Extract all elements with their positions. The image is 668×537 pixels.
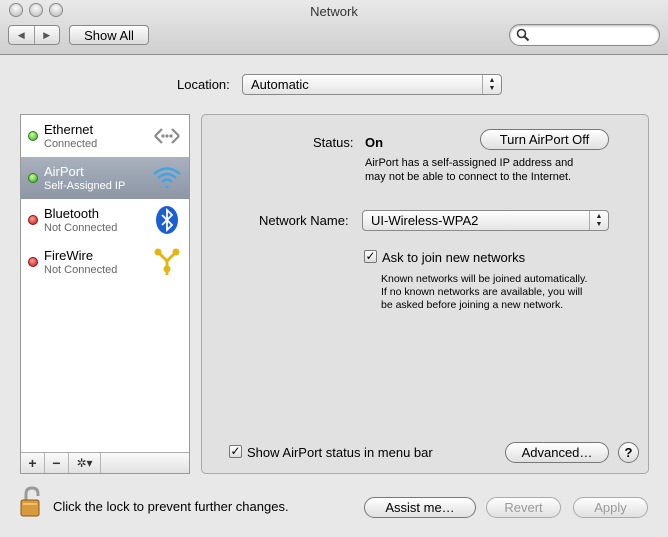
popup-arrows-icon: ▲ ▼ <box>482 75 501 94</box>
location-value: Automatic <box>251 77 309 92</box>
ask-join-label: Ask to join new networks <box>382 250 526 265</box>
location-popup[interactable]: Automatic ▲ ▼ <box>242 74 502 95</box>
service-name: Ethernet <box>44 122 94 137</box>
service-status: Not Connected <box>44 264 118 276</box>
ask-join-desc-line3: be asked before joining a new network. <box>381 299 564 311</box>
lock-icon[interactable] <box>18 486 46 518</box>
gear-icon: ✲▾ <box>76 456 93 470</box>
status-description-line1: AirPort has a self-assigned IP address a… <box>365 157 574 169</box>
network-name-label: Network Name: <box>259 213 349 228</box>
airport-settings-panel: Status: On Turn AirPort Off AirPort has … <box>201 114 649 474</box>
assist-me-button[interactable]: Assist me… <box>364 497 476 518</box>
service-status: Not Connected <box>44 222 118 234</box>
back-button[interactable]: ◀ <box>9 26 34 44</box>
checkmark-icon: ✓ <box>365 249 376 263</box>
window-title: Network <box>310 4 358 19</box>
checkmark-icon: ✓ <box>230 444 241 458</box>
apply-button[interactable]: Apply <box>573 497 648 518</box>
gear-menu-button[interactable]: ✲▾ <box>69 453 101 473</box>
status-value: On <box>365 135 384 150</box>
service-name: FireWire <box>44 248 94 263</box>
remove-service-button[interactable]: − <box>45 453 69 473</box>
search-input[interactable] <box>532 27 652 43</box>
service-item-ethernet[interactable]: Ethernet Connected <box>21 115 189 157</box>
ask-join-checkbox[interactable]: ✓ <box>364 250 377 263</box>
service-name: Bluetooth <box>44 206 99 221</box>
service-list: Ethernet Connected AirPort Self-Assigned… <box>20 114 190 474</box>
show-status-checkbox[interactable]: ✓ <box>229 445 242 458</box>
ethernet-icon <box>154 128 180 144</box>
network-name-value: UI-Wireless-WPA2 <box>371 213 479 228</box>
firewire-icon <box>154 248 180 275</box>
service-name: AirPort <box>44 164 84 179</box>
service-status: Connected <box>44 138 98 150</box>
network-name-popup[interactable]: UI-Wireless-WPA2 ▲ ▼ <box>362 210 609 231</box>
turn-airport-off-button[interactable]: Turn AirPort Off <box>480 129 609 150</box>
help-button[interactable]: ? <box>618 442 639 463</box>
magnifier-icon <box>516 28 530 42</box>
back-forward-control: ◀ ▶ <box>8 25 60 45</box>
ask-join-desc-line1: Known networks will be joined automatica… <box>381 273 588 285</box>
show-all-button[interactable]: Show All <box>69 25 149 45</box>
status-dot-red <box>28 257 38 267</box>
service-list-controls: + − ✲▾ <box>21 452 189 473</box>
forward-button[interactable]: ▶ <box>33 26 60 44</box>
right-arrow-icon: ▶ <box>43 29 51 40</box>
popup-arrows-icon: ▲ ▼ <box>589 211 608 230</box>
show-status-label: Show AirPort status in menu bar <box>247 445 433 460</box>
status-dot-green <box>28 131 38 141</box>
status-dot-green <box>28 173 38 183</box>
status-description-line2: may not be able to connect to the Intern… <box>365 171 572 183</box>
service-item-bluetooth[interactable]: Bluetooth Not Connected <box>21 199 189 241</box>
add-service-button[interactable]: + <box>21 453 45 473</box>
wifi-icon <box>153 167 181 189</box>
service-status: Self-Assigned IP <box>44 180 126 192</box>
search-field[interactable] <box>509 24 660 46</box>
ask-join-desc-line2: If no known networks are available, you … <box>381 286 583 298</box>
revert-button[interactable]: Revert <box>486 497 561 518</box>
status-dot-red <box>28 215 38 225</box>
status-label: Status: <box>313 135 354 150</box>
window-toolbar: Network ◀ ▶ Show All <box>0 0 668 55</box>
location-label: Location: <box>177 77 230 92</box>
service-item-firewire[interactable]: FireWire Not Connected <box>21 241 189 283</box>
advanced-button[interactable]: Advanced… <box>505 442 609 463</box>
bluetooth-icon <box>156 206 178 234</box>
service-item-airport[interactable]: AirPort Self-Assigned IP <box>21 157 189 199</box>
left-arrow-icon: ◀ <box>17 29 25 40</box>
lock-message: Click the lock to prevent further change… <box>53 499 289 514</box>
